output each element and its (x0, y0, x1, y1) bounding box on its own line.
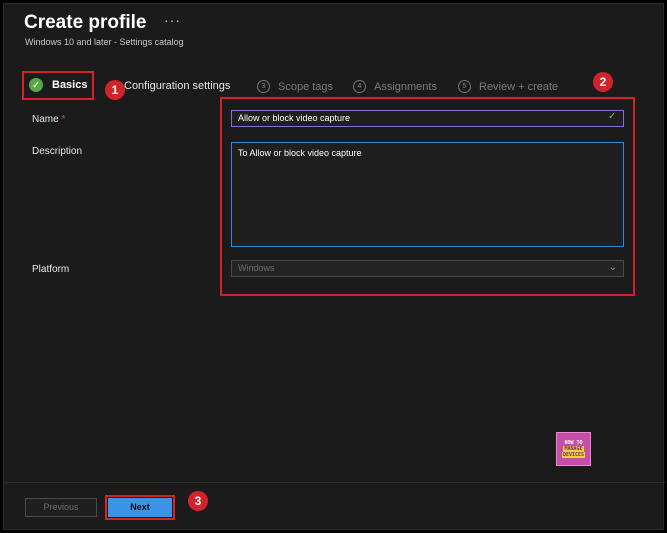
create-profile-page: Create profile ··· Windows 10 and later … (3, 3, 665, 530)
chevron-down-icon: ⌄ (608, 262, 617, 273)
tab-basics[interactable]: ✓ Basics (29, 78, 87, 92)
tab-scope-tags-label: Scope tags (278, 80, 334, 93)
tab-basics-label: Basics (52, 79, 88, 91)
tab-assignments-label: Assignments (374, 80, 437, 93)
checkmark-icon: ✓ (29, 78, 43, 92)
platform-select: Windows ⌄ (231, 260, 624, 277)
next-button[interactable]: Next (108, 498, 172, 517)
step-number-5: 5 (458, 80, 471, 93)
description-field[interactable]: To Allow or block video capture (231, 142, 624, 247)
annotation-badge-2: 2 (593, 72, 613, 92)
platform-label: Platform (32, 264, 70, 275)
tab-scope-tags[interactable]: 3 Scope tags (257, 80, 333, 93)
step-number-4: 4 (353, 80, 366, 93)
page-title: Create profile (24, 12, 147, 33)
valid-check-icon: ✓ (608, 111, 617, 122)
how-to-manage-devices-logo: HOW TO MANAGE DEVICES (556, 432, 591, 466)
more-options-icon[interactable]: ··· (164, 12, 181, 28)
page-subtitle: Windows 10 and later - Settings catalog (25, 37, 184, 47)
annotation-badge-3: 3 (188, 491, 208, 511)
tab-assignments[interactable]: 4 Assignments (353, 80, 437, 93)
tab-review-create[interactable]: 5 Review + create (458, 80, 558, 93)
description-label: Description (32, 146, 83, 157)
annotation-badge-1: 1 (105, 80, 125, 100)
tab-configuration-settings[interactable]: Configuration settings (124, 80, 230, 92)
previous-button[interactable]: Previous (25, 498, 97, 517)
name-field[interactable]: Allow or block video capture (231, 110, 624, 127)
platform-value: Windows (238, 263, 275, 273)
required-marker: * (61, 114, 66, 125)
name-label: Name * (32, 114, 66, 125)
tab-review-create-label: Review + create (479, 80, 559, 93)
step-number-3: 3 (257, 80, 270, 93)
footer-divider (4, 482, 665, 483)
